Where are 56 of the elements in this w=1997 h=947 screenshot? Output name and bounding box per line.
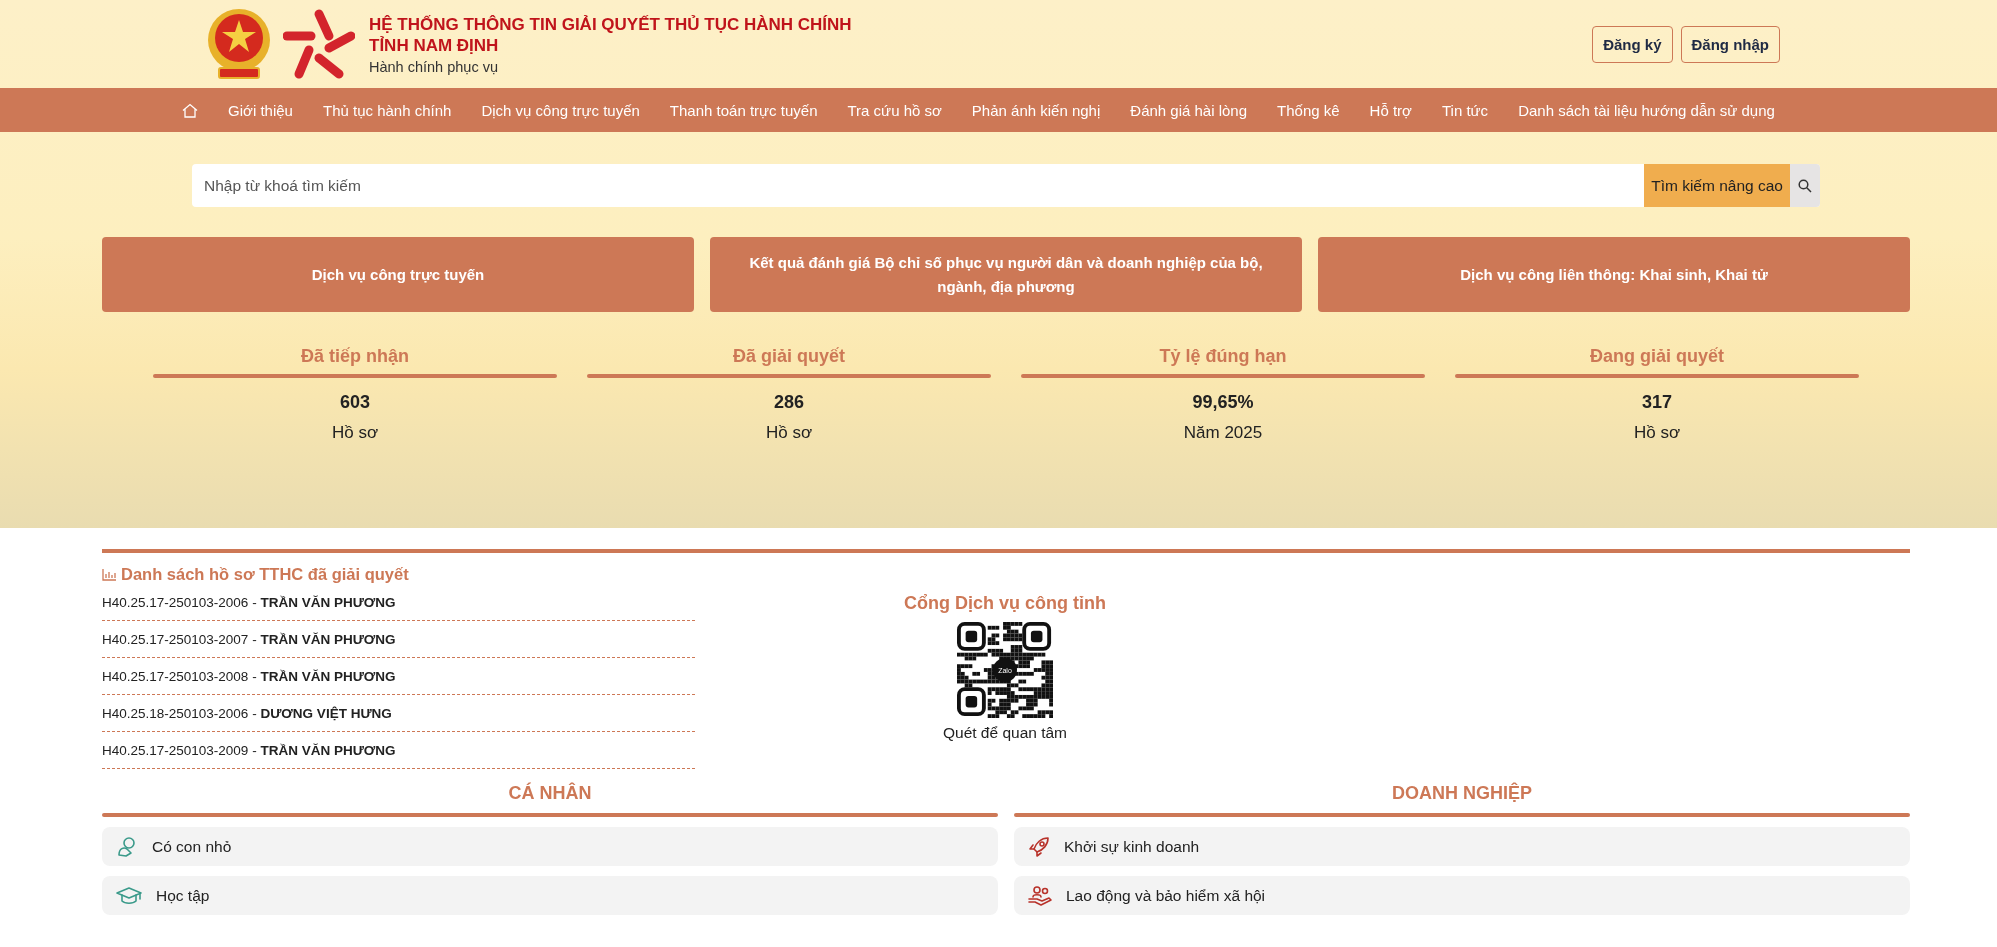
- search-button[interactable]: [1790, 164, 1820, 207]
- stat-label: Đã giải quyết: [733, 344, 845, 368]
- advanced-search-button[interactable]: Tìm kiếm nâng cao: [1644, 164, 1790, 207]
- stat-unit: Hồ sơ: [331, 423, 379, 443]
- qr-caption: Quét để quan tâm: [942, 724, 1068, 742]
- baby-icon: [116, 835, 138, 858]
- section-heading: CÁ NHÂN: [508, 782, 592, 804]
- stat-value: 286: [773, 392, 804, 413]
- service-card[interactable]: Dịch vụ công trực tuyến: [102, 237, 694, 312]
- record-entry[interactable]: H40.25.17-250103-2009 - TRẦN VĂN PHƯƠNG: [102, 742, 396, 758]
- graduation-cap-icon: [116, 885, 142, 906]
- site-slogan: Hành chính phục vụ: [369, 58, 499, 75]
- stat-label: Đang giải quyết: [1590, 344, 1724, 368]
- nav-link[interactable]: Thủ tục hành chính: [322, 101, 452, 119]
- stat-value: 99,65%: [1192, 392, 1254, 413]
- home-icon[interactable]: [182, 102, 199, 118]
- people-hand-icon: [1028, 884, 1052, 907]
- nav-link[interactable]: Phản ánh kiến nghị: [971, 101, 1101, 119]
- province-name: TỈNH NAM ĐỊNH: [369, 34, 500, 56]
- search-icon: [1798, 178, 1812, 193]
- nav-link[interactable]: Danh sách tài liệu hướng dẫn sử dụng: [1518, 101, 1775, 119]
- nav-link[interactable]: Thanh toán trực tuyến: [669, 101, 818, 119]
- nav-link[interactable]: Đánh giá hài lòng: [1130, 101, 1248, 119]
- rocket-icon: [1028, 835, 1050, 858]
- nav-link[interactable]: Dịch vụ công trực tuyến: [481, 101, 640, 119]
- stat-label: Đã tiếp nhận: [301, 344, 409, 368]
- service-card[interactable]: Kết quả đánh giá Bộ chỉ số phục vụ người dân và doanh nghiệp của bộ, ngành, địa phương: [710, 237, 1302, 312]
- qr-heading: Cổng Dịch vụ công tỉnh: [904, 593, 1106, 614]
- category-item[interactable]: Học tập: [102, 876, 998, 915]
- record-entry[interactable]: H40.25.18-250103-2006 - DƯƠNG VIỆT HƯNG: [102, 705, 392, 721]
- stat-unit: Hồ sơ: [765, 423, 813, 443]
- stat-unit: Hồ sơ: [1633, 423, 1681, 443]
- stat-value: 603: [339, 392, 370, 413]
- nav-link[interactable]: Thống kê: [1277, 101, 1340, 119]
- bar-chart-icon: [102, 568, 116, 581]
- site-title: HỆ THỐNG THÔNG TIN GIẢI QUYẾT THỦ TỤC HÀNH CHÍNH: [369, 13, 852, 35]
- nav-link[interactable]: Tin tức: [1441, 101, 1489, 119]
- record-entry[interactable]: H40.25.17-250103-2006 - TRẦN VĂN PHƯƠNG: [102, 594, 396, 610]
- emblem-icon: [205, 6, 273, 82]
- list-heading: Danh sách hồ sơ TTHC đã giải quyết: [121, 565, 409, 584]
- category-item[interactable]: Khởi sự kinh doanh: [1014, 827, 1910, 866]
- register-button[interactable]: Đăng ký: [1592, 25, 1673, 63]
- category-item[interactable]: Có con nhỏ: [102, 827, 998, 866]
- record-entry[interactable]: H40.25.17-250103-2008 - TRẦN VĂN PHƯƠNG: [102, 668, 396, 684]
- section-heading: DOANH NGHIỆP: [1392, 782, 1532, 804]
- stat-value: 317: [1641, 392, 1672, 413]
- service-card[interactable]: Dịch vụ công liên thông: Khai sinh, Khai tử: [1318, 237, 1910, 312]
- nav-link[interactable]: Giới thiệu: [228, 101, 293, 119]
- nav-link[interactable]: Tra cứu hồ sơ: [847, 101, 942, 119]
- stat-unit: Năm 2025: [1183, 423, 1263, 443]
- category-item[interactable]: Lao động và bảo hiểm xã hội: [1014, 876, 1910, 915]
- nav-link[interactable]: Hỗ trợ: [1369, 101, 1412, 119]
- record-entry[interactable]: H40.25.17-250103-2007 - TRẦN VĂN PHƯƠNG: [102, 631, 396, 647]
- search-field[interactable]: Nhập từ khoá tìm kiếm Tìm kiếm nâng cao: [192, 164, 1820, 207]
- stat-label: Tỷ lệ đúng hạn: [1159, 344, 1287, 368]
- login-button[interactable]: Đăng nhập: [1680, 25, 1780, 63]
